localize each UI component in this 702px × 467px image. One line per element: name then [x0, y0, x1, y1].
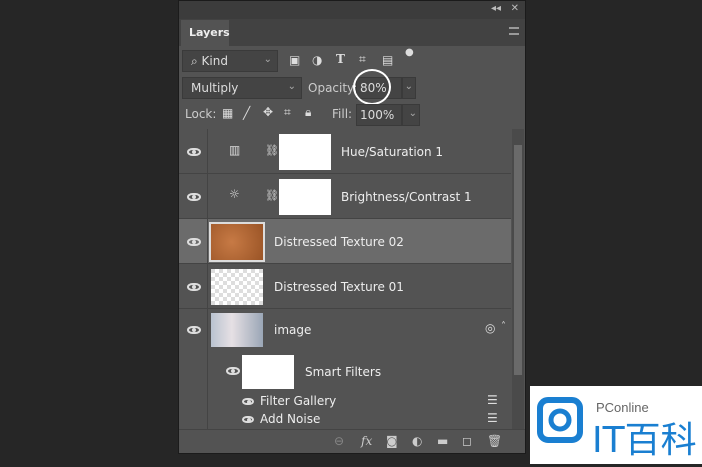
blend-mode-select[interactable]: Multiply ⌄ [182, 77, 302, 99]
visibility-eye-icon[interactable] [187, 193, 201, 201]
visibility-eye-icon[interactable] [226, 367, 240, 375]
fill-dropdown[interactable]: ⌄ [402, 104, 420, 126]
opacity-dropdown[interactable]: ⌄ [402, 77, 416, 99]
tab-layers[interactable]: Layers [181, 20, 230, 46]
pconline-logo: PConline IT百科 [537, 397, 697, 461]
fx-icon[interactable]: fx [361, 434, 372, 448]
fill-value: 100% [360, 108, 395, 122]
smart-object-thumbnail[interactable] [211, 313, 263, 347]
smart-filters-row[interactable]: Smart Filters [179, 351, 511, 393]
new-layer-icon[interactable]: ◻ [462, 434, 472, 448]
filter-name[interactable]: Filter Gallery [260, 394, 336, 408]
visibility-eye-icon[interactable] [242, 398, 254, 405]
chevron-down-icon: ⌄ [408, 108, 417, 119]
lock-position-icon[interactable]: ✥ [263, 105, 273, 119]
smart-object-filter-icon[interactable]: ▤ [382, 53, 393, 67]
visibility-eye-icon[interactable] [242, 416, 254, 423]
layer-name[interactable]: Distressed Texture 01 [274, 280, 404, 294]
highlight-circle [353, 69, 391, 105]
kind-label: Kind [201, 54, 228, 68]
smart-filter-icon[interactable]: ◎ [485, 321, 495, 335]
pixel-filter-icon[interactable]: ▣ [289, 53, 300, 67]
blend-mode-value: Multiply [191, 81, 239, 95]
watermark-logo: PConline IT百科 [530, 386, 702, 464]
adjustment-filter-icon[interactable]: ◑ [312, 53, 322, 67]
scrollbar-thumb[interactable] [514, 145, 522, 375]
layer-mask-thumbnail[interactable] [279, 179, 331, 215]
fill-label: Fill: [332, 107, 353, 121]
layer-list: ▥ ⛓ Hue/Saturation 1 ☼ ⛓ Brightness/Cont… [179, 129, 511, 429]
collapse-icon[interactable]: ◂◂ [491, 3, 501, 14]
hue-saturation-icon: ▥ [229, 143, 241, 157]
chevron-down-icon: ⌄ [287, 81, 296, 92]
layer-name[interactable]: Brightness/Contrast 1 [341, 190, 472, 204]
panel-topbar: ◂◂ ✕ [179, 1, 525, 19]
link-icon[interactable]: ⛓ [265, 144, 279, 157]
blending-options-icon[interactable]: ☰ [487, 411, 498, 425]
brightness-contrast-icon: ☼ [229, 187, 240, 201]
new-adjustment-icon[interactable]: ◐ [412, 434, 422, 448]
visibility-eye-icon[interactable] [187, 326, 201, 334]
collapse-chevron-icon[interactable]: ˄ [501, 321, 506, 332]
close-icon[interactable]: ✕ [511, 3, 519, 14]
lock-all-icon[interactable]: 🔒︎ [305, 105, 311, 120]
layer-row[interactable]: Distressed Texture 01 [179, 264, 511, 309]
bottom-toolbar: ⊖ fx ◙ ◐ ▬ ◻ 🗑︎ [179, 429, 525, 453]
smart-filters-label: Smart Filters [305, 365, 382, 379]
layer-thumbnail[interactable] [209, 222, 265, 262]
visibility-eye-icon[interactable] [187, 148, 201, 156]
visibility-eye-icon[interactable] [187, 238, 201, 246]
lock-label: Lock: [185, 107, 217, 121]
layer-row[interactable]: ☼ ⛓ Brightness/Contrast 1 [179, 174, 511, 219]
layer-mask-thumbnail[interactable] [279, 134, 331, 170]
link-layers-icon[interactable]: ⊖ [334, 434, 344, 448]
layer-row[interactable]: ▥ ⛓ Hue/Saturation 1 [179, 129, 511, 174]
lock-artboard-icon[interactable]: ⌗ [284, 105, 291, 120]
layer-row-selected[interactable]: Distressed Texture 02 [179, 219, 511, 264]
divider [207, 129, 208, 429]
kind-filter-select[interactable]: ⌕ Kind ⌄ [182, 50, 278, 72]
new-group-icon[interactable]: ▬ [437, 434, 448, 448]
link-icon[interactable]: ⛓ [265, 189, 279, 202]
filter-name[interactable]: Add Noise [260, 412, 320, 426]
add-mask-icon[interactable]: ◙ [386, 434, 398, 448]
filter-mask-thumbnail[interactable] [242, 355, 294, 389]
lock-transparent-icon[interactable]: ▦ [222, 106, 233, 120]
type-filter-icon[interactable]: T [336, 52, 345, 66]
panel-menu-icon[interactable] [509, 27, 519, 35]
layer-thumbnail[interactable] [211, 269, 263, 305]
scrollbar[interactable] [512, 129, 524, 429]
visibility-eye-icon[interactable] [187, 283, 201, 291]
svg-text:PConline: PConline [596, 400, 649, 415]
smart-filter-item[interactable]: Filter Gallery ☰ [179, 393, 511, 411]
smart-filter-item[interactable]: Add Noise ☰ [179, 411, 511, 429]
layers-panel: ◂◂ ✕ Layers ⌕ Kind ⌄ ▣ ◑ T ⌗ ▤ ● Multiply… [178, 0, 526, 454]
fill-input[interactable]: 100% [356, 104, 402, 126]
lock-brush-icon[interactable]: ╱ [243, 106, 250, 120]
layer-row[interactable]: image ◎ ˄ [179, 309, 511, 351]
delete-icon[interactable]: 🗑︎ [487, 434, 502, 448]
svg-text:IT百科: IT百科 [592, 420, 697, 461]
layer-name[interactable]: Hue/Saturation 1 [341, 145, 443, 159]
blending-options-icon[interactable]: ☰ [487, 393, 498, 407]
shape-filter-icon[interactable]: ⌗ [359, 52, 366, 67]
layer-name[interactable]: Distressed Texture 02 [274, 235, 404, 249]
tab-row: Layers [179, 19, 525, 46]
opacity-label: Opacity: [308, 81, 358, 95]
layer-name[interactable]: image [274, 323, 311, 337]
chevron-down-icon: ⌄ [404, 81, 413, 92]
search-icon: ⌕ [191, 54, 202, 68]
chevron-down-icon: ⌄ [263, 54, 272, 65]
filter-toggle-icon[interactable]: ● [405, 47, 414, 58]
